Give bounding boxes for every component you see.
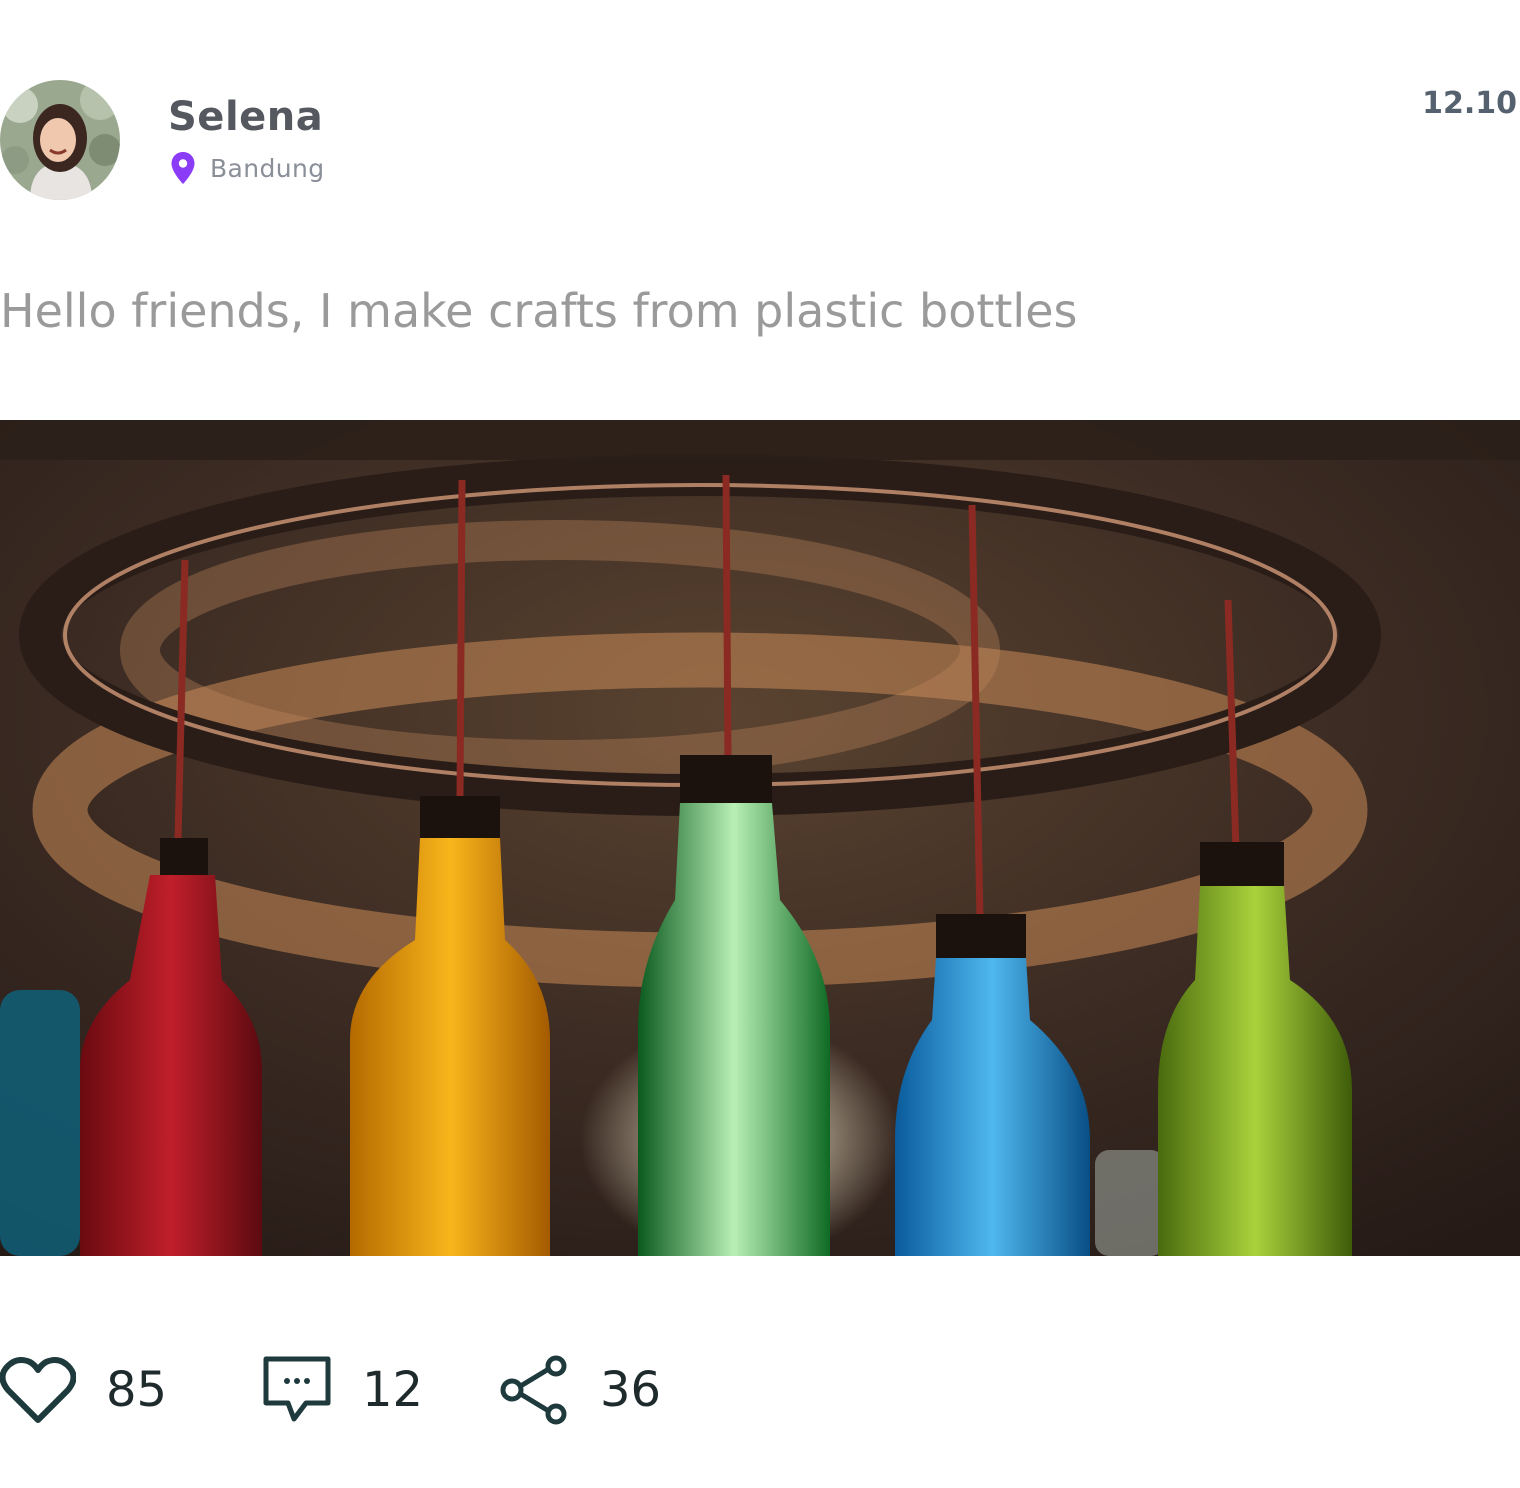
- share-count: 36: [600, 1362, 662, 1418]
- post-actions: 85 12 36: [0, 1350, 900, 1430]
- location-pin-icon: [171, 152, 195, 184]
- share-icon: [500, 1355, 567, 1425]
- author-avatar[interactable]: [0, 80, 120, 200]
- like-button[interactable]: 85: [0, 1350, 167, 1430]
- comment-icon: [263, 1356, 331, 1422]
- comment-button[interactable]: 12: [262, 1350, 423, 1430]
- author-name[interactable]: Selena: [168, 94, 323, 140]
- avatar-image: [0, 80, 120, 200]
- like-count: 85: [106, 1362, 168, 1418]
- share-button[interactable]: 36: [498, 1350, 661, 1430]
- heart-icon: [0, 1357, 76, 1423]
- comment-count: 12: [362, 1362, 424, 1418]
- post-image[interactable]: [0, 420, 1520, 1256]
- location-text: Bandung: [210, 153, 325, 183]
- post-time: 12.10: [1422, 86, 1517, 121]
- post-caption: Hello friends, I make crafts from plasti…: [0, 284, 1078, 338]
- author-location: Bandung: [170, 150, 325, 186]
